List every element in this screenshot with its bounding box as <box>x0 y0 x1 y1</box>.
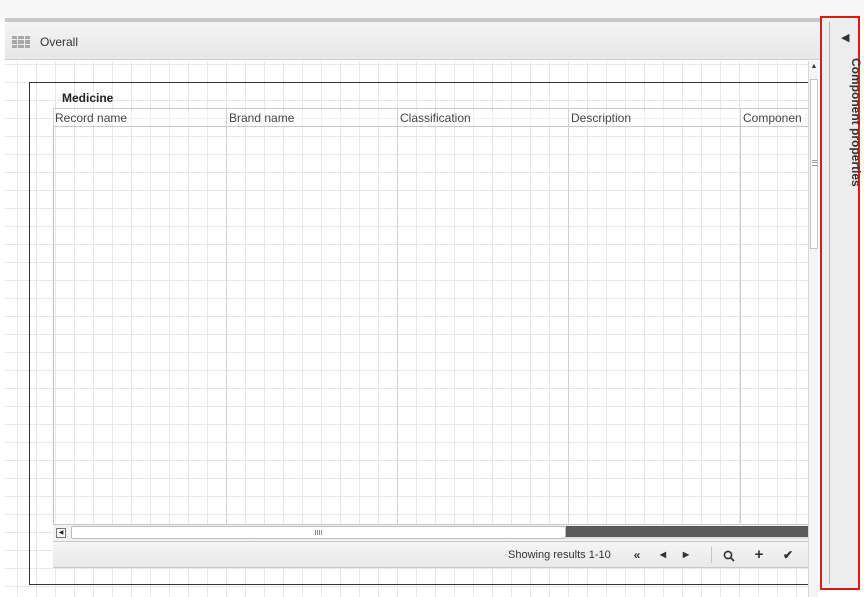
component-frame <box>29 82 816 585</box>
add-icon[interactable]: + <box>750 546 768 564</box>
component-properties-panel[interactable]: ◀ Component properties <box>820 16 863 590</box>
collapse-arrow-icon[interactable]: ◀ <box>841 31 849 44</box>
column-header-record-name[interactable]: Record name <box>55 111 225 125</box>
scroll-left-icon[interactable]: ◀ <box>56 528 66 538</box>
column-header-brand-name[interactable]: Brand name <box>229 111 397 125</box>
search-icon[interactable] <box>719 546 739 564</box>
column-divider[interactable] <box>740 108 741 523</box>
grid-icon[interactable] <box>12 36 30 48</box>
header-bar: Overall <box>5 22 820 60</box>
scroll-track[interactable] <box>566 526 808 539</box>
page-title: Overall <box>40 35 79 49</box>
column-header-row: Record name Brand name Classification De… <box>53 108 808 127</box>
toolbar-separator <box>711 547 712 563</box>
panel-divider <box>829 22 830 584</box>
panel-title: Medicine <box>62 91 114 105</box>
grip-icon <box>315 530 323 535</box>
column-header-components[interactable]: Componen <box>743 111 807 125</box>
table-horizontal-scrollbar[interactable]: ◀ <box>53 524 808 541</box>
component-properties-label[interactable]: Component properties <box>849 58 863 187</box>
first-page-icon[interactable]: « <box>628 546 646 564</box>
next-page-icon[interactable]: ▶ <box>679 546 693 564</box>
scroll-thumb[interactable] <box>810 79 818 249</box>
table-footer: Showing results 1-10 « ◀ ▶ + ✔ <box>53 541 808 568</box>
table-left-edge <box>53 108 54 568</box>
results-count: Showing results 1-10 <box>508 549 611 561</box>
column-header-description[interactable]: Description <box>571 111 739 125</box>
checkmark-icon[interactable]: ✔ <box>779 546 797 564</box>
column-divider[interactable] <box>226 108 227 523</box>
column-header-classification[interactable]: Classification <box>400 111 568 125</box>
scroll-thumb[interactable] <box>71 526 566 539</box>
top-strip <box>0 0 864 18</box>
grip-icon <box>812 160 817 166</box>
column-divider[interactable] <box>397 108 398 523</box>
previous-page-icon[interactable]: ◀ <box>656 546 670 564</box>
scroll-up-icon[interactable]: ▲ <box>810 63 818 71</box>
column-divider[interactable] <box>568 108 569 523</box>
canvas-vertical-scrollbar[interactable]: ▲ <box>808 61 818 597</box>
